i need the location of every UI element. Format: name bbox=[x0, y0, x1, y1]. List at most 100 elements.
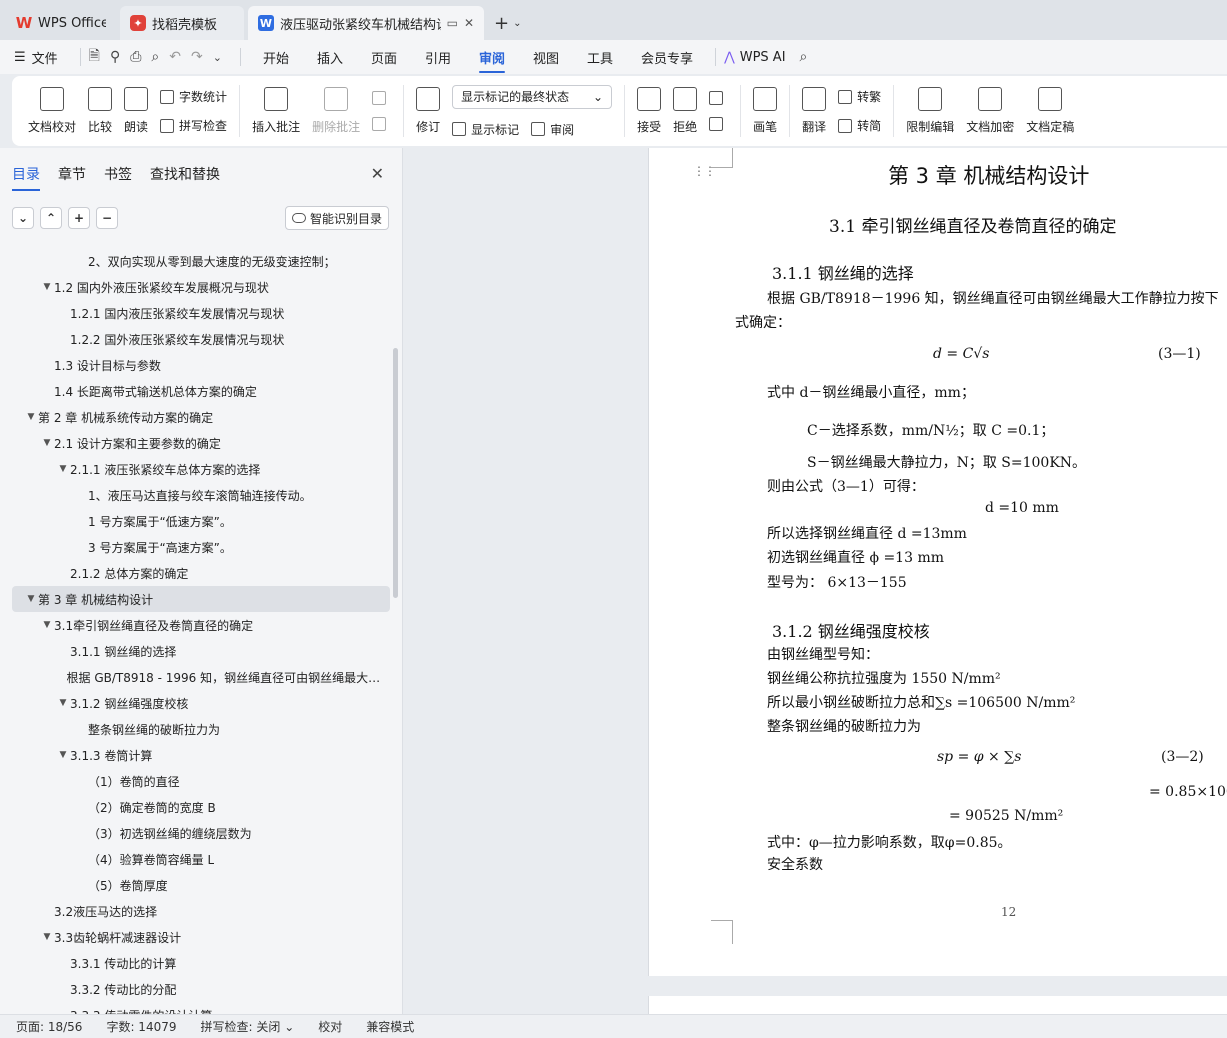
toc-item[interactable]: ▼ 3.1牵引钢丝绳直径及卷筒直径的确定 bbox=[0, 612, 392, 638]
paragraph[interactable]: 整条钢丝绳的破断拉力为 bbox=[767, 716, 921, 736]
paragraph[interactable]: 根据 GB/T8918－1996 知，钢丝绳直径可由钢丝绳最大工作静拉力按下 bbox=[767, 288, 1219, 308]
add-level-button[interactable]: + bbox=[68, 207, 90, 229]
toc-item[interactable]: ▼1.4 长距离带式输送机总体方案的确定 bbox=[0, 378, 392, 404]
toc-item[interactable]: ▼3 号方案属于“高速方案”。 bbox=[0, 534, 392, 560]
chevron-down-icon[interactable]: ⌄ bbox=[513, 18, 521, 29]
toc-item[interactable]: ▼1、液压马达直接与绞车滚筒轴连接传动。 bbox=[0, 482, 392, 508]
toc-item[interactable]: ▼（3）初选钢丝绳的缠绕层数为 bbox=[0, 820, 392, 846]
close-icon[interactable]: ✕ bbox=[464, 16, 474, 30]
paragraph[interactable]: 式中 d－钢丝绳最小直径，mm； bbox=[767, 382, 975, 402]
paragraph[interactable]: 式中：φ—拉力影响系数，取φ=0.85。 bbox=[767, 832, 1012, 852]
nav-tab-bookmarks[interactable]: 书签 bbox=[104, 160, 132, 188]
save-icon[interactable]: 🗎 bbox=[89, 45, 100, 69]
spell-check-status[interactable]: 拼写检查: 关闭 ⌄ bbox=[201, 1018, 295, 1035]
toc-item[interactable]: ▼1.2.1 国内液压张紧绞车发展情况与现状 bbox=[0, 300, 392, 326]
proofread-status[interactable]: 校对 bbox=[318, 1018, 342, 1035]
to-simplified-button[interactable]: 转简 bbox=[838, 117, 881, 134]
expand-arrow-icon[interactable]: ▼ bbox=[56, 698, 70, 708]
expand-arrow-icon[interactable]: ▼ bbox=[56, 464, 70, 474]
paragraph[interactable]: C－选择系数，mm/N½；取 C =0.1； bbox=[807, 420, 1054, 440]
toc-item[interactable]: ▼整条钢丝绳的破断拉力为 bbox=[0, 716, 392, 742]
file-menu[interactable]: ☰ 文件 bbox=[14, 48, 58, 67]
toc-item[interactable]: ▼（4）验算卷筒容绳量 L bbox=[0, 846, 392, 872]
section-heading-3-1-2[interactable]: 3.1.2 钢丝绳强度校核 bbox=[772, 618, 930, 642]
print-icon[interactable]: ⎙ bbox=[130, 49, 141, 65]
tab-document[interactable]: W 液压驱动张紧绞车机械结构设计 ▭ ✕ bbox=[248, 6, 484, 40]
search-icon[interactable]: ⌕ bbox=[800, 49, 808, 65]
toc-scrollbar[interactable] bbox=[393, 348, 398, 598]
window-mode-icon[interactable]: ▭ bbox=[447, 16, 458, 30]
word-count-indicator[interactable]: 字数: 14079 bbox=[106, 1018, 176, 1035]
next-comment-button[interactable] bbox=[372, 117, 391, 131]
chevron-down-icon[interactable]: ⌄ bbox=[213, 51, 222, 64]
new-tab-button[interactable]: + ⌄ bbox=[488, 6, 527, 40]
toc-item[interactable]: ▼3.1.1 钢丝绳的选择 bbox=[0, 638, 392, 664]
toc-item[interactable]: ▼2.1.2 总体方案的确定 bbox=[0, 560, 392, 586]
toc-item[interactable]: ▼ 2.1 设计方案和主要参数的确定 bbox=[0, 430, 392, 456]
toc-item[interactable]: ▼（5）卷筒厚度 bbox=[0, 872, 392, 898]
paragraph[interactable]: 式确定： bbox=[735, 312, 791, 332]
menu-tab-references[interactable]: 引用 bbox=[425, 42, 451, 73]
toc-item[interactable]: ▼ 2.1.1 液压张紧绞车总体方案的选择 bbox=[0, 456, 392, 482]
expand-arrow-icon[interactable]: ▼ bbox=[40, 438, 54, 448]
encrypt-button[interactable]: 文档加密 bbox=[960, 80, 1020, 142]
paragraph[interactable]: 所以选择钢丝绳直径 d =13mm bbox=[767, 523, 967, 543]
nav-tab-sections[interactable]: 章节 bbox=[58, 160, 86, 188]
paragraph[interactable]: d =10 mm bbox=[985, 500, 1059, 516]
prev-comment-button[interactable] bbox=[372, 91, 391, 105]
nav-tab-toc[interactable]: 目录 bbox=[12, 160, 40, 191]
section-heading-3-1[interactable]: 3.1 牵引钢丝绳直径及卷筒直径的确定 bbox=[829, 212, 1116, 237]
expand-arrow-icon[interactable]: ▼ bbox=[40, 932, 54, 942]
word-count-button[interactable]: 字数统计 bbox=[160, 88, 227, 105]
collapse-up-button[interactable]: ⌃ bbox=[40, 207, 62, 229]
undo-icon[interactable]: ↶ bbox=[169, 49, 181, 65]
formula-result[interactable]: = 90525 N/mm² bbox=[949, 808, 1063, 824]
paragraph[interactable]: 由钢丝绳型号知： bbox=[767, 644, 879, 664]
tab-wps-office[interactable]: W WPS Office bbox=[6, 6, 116, 40]
toc-item[interactable]: ▼3.3.3 传动零件的设计计算 bbox=[0, 1002, 392, 1015]
paragraph[interactable]: 钢丝绳公称抗拉强度为 1550 N/mm² bbox=[767, 668, 1001, 688]
nav-tab-find-replace[interactable]: 查找和替换 bbox=[150, 160, 220, 188]
paragraph[interactable]: 则由公式（3—1）可得： bbox=[767, 476, 925, 496]
show-markup-button[interactable]: 显示标记 bbox=[452, 121, 519, 138]
toc-item[interactable]: ▼（1）卷筒的直径 bbox=[0, 768, 392, 794]
translate-button[interactable]: 翻译 bbox=[796, 80, 832, 142]
expand-arrow-icon[interactable]: ▼ bbox=[24, 594, 38, 604]
drag-handle-icon[interactable]: ⋮⋮ bbox=[693, 165, 716, 177]
paragraph[interactable]: S－钢丝绳最大静拉力，N；取 S=100KN。 bbox=[807, 452, 1086, 472]
next-change-button[interactable] bbox=[709, 117, 728, 131]
compare-button[interactable]: 比较 bbox=[82, 80, 118, 142]
menu-tab-view[interactable]: 视图 bbox=[533, 42, 559, 73]
formula-continuation[interactable]: = 0.85×10650 bbox=[1149, 784, 1227, 800]
menu-tab-member[interactable]: 会员专享 bbox=[641, 42, 693, 73]
toc-item[interactable]: ▼3.3.2 传动比的分配 bbox=[0, 976, 392, 1002]
menu-tab-insert[interactable]: 插入 bbox=[317, 42, 343, 73]
delete-comment-button[interactable]: 删除批注 bbox=[306, 80, 366, 142]
toc-item[interactable]: ▼ 第 2 章 机械系统传动方案的确定 bbox=[0, 404, 392, 430]
toc-item[interactable]: ▼根据 GB/T8918 - 1996 知，钢丝绳直径可由钢丝绳最大工作静拉力按… bbox=[0, 664, 392, 690]
chapter-heading[interactable]: 第 3 章 机械结构设计 bbox=[888, 160, 1089, 190]
spell-check-button[interactable]: 拼写检查 bbox=[160, 117, 227, 134]
menu-tab-review[interactable]: 审阅 bbox=[479, 42, 506, 73]
page-indicator[interactable]: 页面: 18/56 bbox=[16, 1018, 82, 1035]
markup-state-select[interactable]: 显示标记的最终状态 ⌄ bbox=[452, 84, 613, 109]
tab-template[interactable]: ✦ 找稻壳模板 bbox=[120, 6, 244, 40]
prev-change-button[interactable] bbox=[709, 91, 728, 105]
toc-item[interactable]: ▼ 3.3齿轮蜗杆减速器设计 bbox=[0, 924, 392, 950]
menu-tab-home[interactable]: 开始 bbox=[263, 42, 289, 73]
toc-item[interactable]: ▼1.2.2 国外液压张紧绞车发展情况与现状 bbox=[0, 326, 392, 352]
accept-button[interactable]: 接受 bbox=[631, 80, 667, 142]
insert-comment-button[interactable]: 插入批注 bbox=[246, 80, 306, 142]
expand-down-button[interactable]: ⌄ bbox=[12, 207, 34, 229]
expand-arrow-icon[interactable]: ▼ bbox=[40, 282, 54, 292]
paragraph[interactable]: 所以最小钢丝破断拉力总和∑s =106500 N/mm² bbox=[767, 692, 1075, 712]
smart-toc-button[interactable]: 智能识别目录 bbox=[284, 206, 389, 230]
toc-item[interactable]: ▼1.3 设计目标与参数 bbox=[0, 352, 392, 378]
toc-item[interactable]: ▼3.3.1 传动比的计算 bbox=[0, 950, 392, 976]
redo-icon[interactable]: ↷ bbox=[191, 49, 203, 65]
finalize-button[interactable]: 文档定稿 bbox=[1020, 80, 1080, 142]
toc-item[interactable]: ▼ 第 3 章 机械结构设计 bbox=[12, 586, 390, 612]
toc-item[interactable]: ▼ 1.2 国内外液压张紧绞车发展概况与现状 bbox=[0, 274, 392, 300]
section-heading-3-1-1[interactable]: 3.1.1 钢丝绳的选择 bbox=[772, 260, 914, 284]
pen-button[interactable]: 画笔 bbox=[747, 80, 783, 142]
